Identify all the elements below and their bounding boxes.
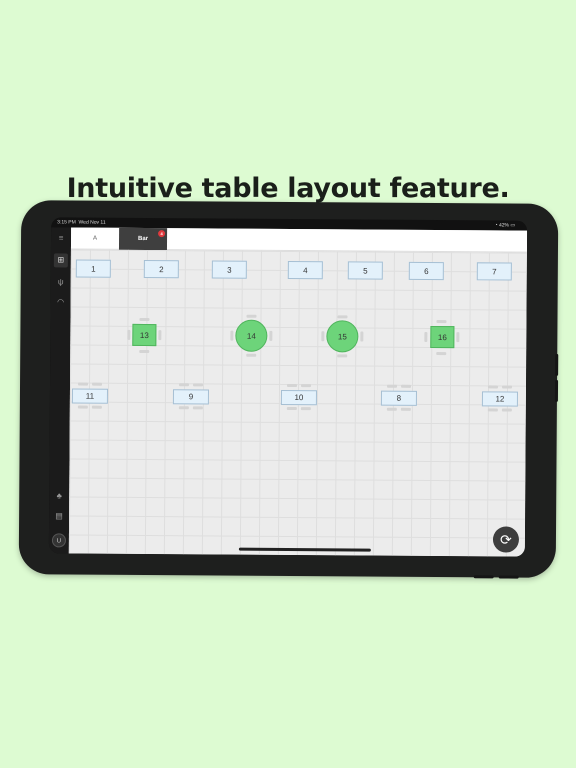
user-avatar[interactable]: U bbox=[51, 533, 66, 548]
bell-icon[interactable]: ♣ bbox=[52, 489, 66, 503]
chair bbox=[192, 406, 203, 410]
chair bbox=[127, 329, 131, 340]
power-button bbox=[498, 575, 519, 579]
chair bbox=[193, 383, 204, 387]
refresh-icon: ⟳ bbox=[500, 531, 512, 548]
chair bbox=[321, 331, 325, 342]
table-3[interactable]: 3 bbox=[211, 260, 247, 279]
table-5[interactable]: 5 bbox=[347, 261, 383, 280]
chair bbox=[436, 352, 447, 356]
chair bbox=[286, 406, 297, 411]
chair bbox=[386, 407, 397, 411]
chair bbox=[77, 405, 88, 409]
section-tabs: A Bar 4 bbox=[70, 227, 528, 253]
tab-bar[interactable]: Bar 4 bbox=[118, 227, 168, 251]
wifi-icon[interactable]: ◠ bbox=[54, 295, 68, 309]
chair bbox=[424, 331, 428, 342]
tab-badge: 4 bbox=[158, 230, 166, 238]
table-13[interactable]: 13 bbox=[132, 323, 157, 347]
chair bbox=[92, 382, 103, 386]
volume-button bbox=[554, 379, 559, 402]
table-7[interactable]: 7 bbox=[476, 262, 512, 281]
chair bbox=[401, 384, 412, 388]
volume-button bbox=[555, 353, 559, 376]
chair bbox=[139, 317, 150, 322]
table-layout-icon[interactable]: ⊞ bbox=[53, 253, 68, 268]
chair bbox=[269, 330, 273, 341]
chair bbox=[139, 349, 150, 354]
chair bbox=[230, 330, 234, 341]
chair bbox=[91, 405, 102, 409]
chair bbox=[158, 330, 162, 341]
chair bbox=[456, 332, 460, 343]
battery-icon: ▭ bbox=[510, 222, 516, 229]
chair bbox=[301, 384, 312, 388]
chair bbox=[487, 408, 498, 412]
table-4[interactable]: 4 bbox=[287, 260, 323, 280]
chair bbox=[488, 385, 499, 389]
chair bbox=[287, 383, 298, 388]
power-button bbox=[473, 575, 494, 579]
table-10[interactable]: 10 bbox=[280, 389, 317, 406]
table-11[interactable]: 11 bbox=[71, 388, 108, 404]
main-area: A Bar 4 1 2 3 4 5 6 7 13 14 15 16 11 9 1… bbox=[68, 227, 528, 557]
sidebar: ≡ ⊞ ψ ◠ ♣ ▤ U bbox=[48, 227, 72, 554]
table-15[interactable]: 15 bbox=[326, 320, 359, 353]
table-8[interactable]: 8 bbox=[380, 390, 417, 406]
printer-icon[interactable]: ▤ bbox=[52, 509, 66, 523]
battery-level: 42% bbox=[498, 222, 510, 229]
dining-icon[interactable]: ψ bbox=[54, 275, 68, 289]
chair bbox=[337, 354, 348, 358]
table-6[interactable]: 6 bbox=[408, 261, 444, 281]
wifi-status-icon: ◔ bbox=[494, 222, 498, 229]
chair bbox=[300, 407, 311, 411]
chair bbox=[337, 315, 348, 319]
table-1[interactable]: 1 bbox=[75, 259, 111, 278]
table-2[interactable]: 2 bbox=[143, 259, 179, 279]
menu-icon[interactable]: ≡ bbox=[54, 231, 68, 245]
chair bbox=[246, 314, 257, 318]
table-14[interactable]: 14 bbox=[235, 319, 268, 352]
chair bbox=[387, 384, 398, 388]
table-16[interactable]: 16 bbox=[430, 325, 455, 349]
chair bbox=[502, 385, 513, 389]
chair bbox=[400, 407, 411, 411]
chair bbox=[501, 408, 512, 412]
headline: Intuitive table layout feature. bbox=[66, 173, 510, 204]
status-date: Wed Nov 11 bbox=[78, 219, 106, 226]
tablet-device: 3:15 PM Wed Nov 11 ◔ 42% ▭ ≡ ⊞ ψ ◠ ♣ ▤ U… bbox=[18, 200, 559, 579]
refresh-button[interactable]: ⟳ bbox=[492, 526, 520, 553]
status-time: 3:15 PM bbox=[57, 219, 76, 226]
tab-a[interactable]: A bbox=[71, 227, 119, 249]
chair bbox=[360, 331, 364, 342]
screen: 3:15 PM Wed Nov 11 ◔ 42% ▭ ≡ ⊞ ψ ◠ ♣ ▤ U… bbox=[48, 217, 528, 557]
chair bbox=[246, 353, 257, 357]
table-9[interactable]: 9 bbox=[172, 389, 209, 405]
chair bbox=[78, 382, 89, 386]
table-12[interactable]: 12 bbox=[481, 391, 518, 407]
chair bbox=[179, 383, 190, 387]
chair bbox=[178, 406, 189, 410]
floor-plan: 1 2 3 4 5 6 7 13 14 15 16 11 9 10 8 12 ⟳ bbox=[68, 249, 527, 557]
chair bbox=[436, 320, 447, 324]
